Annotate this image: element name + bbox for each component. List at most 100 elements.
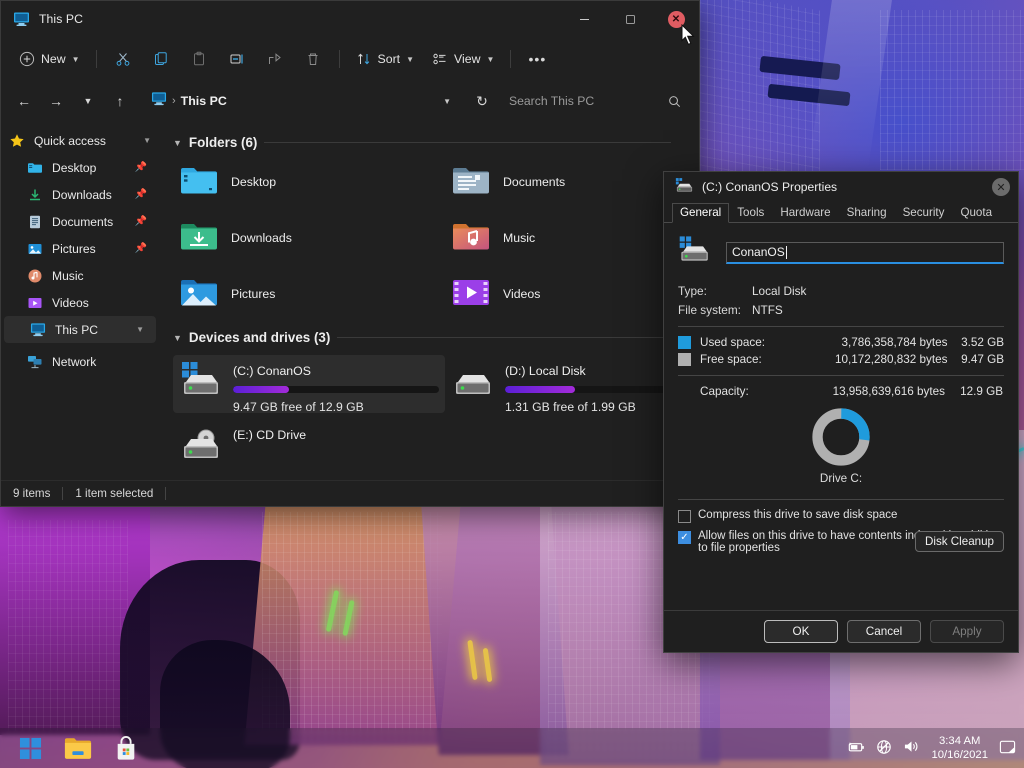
breadcrumb-separator: › bbox=[172, 95, 176, 107]
refresh-button[interactable]: ↻ bbox=[467, 86, 497, 116]
maximize-button[interactable] bbox=[607, 1, 653, 37]
sort-icon bbox=[357, 53, 369, 65]
up-button[interactable]: ↑ bbox=[105, 86, 135, 116]
recent-locations-button[interactable]: ▼ bbox=[73, 86, 103, 116]
folder-item-downloads[interactable]: Downloads bbox=[173, 216, 445, 260]
capacity-row: Capacity: 13,958,639,616 bytes 12.9 GB bbox=[678, 385, 1004, 398]
status-item-count: 9 items bbox=[13, 487, 51, 500]
minimize-button[interactable] bbox=[561, 1, 607, 37]
view-button[interactable]: View ▼ bbox=[424, 44, 502, 74]
sidebar-item-documents[interactable]: Documents 📌 bbox=[1, 208, 159, 235]
start-button[interactable] bbox=[10, 730, 50, 766]
chevron-down-icon[interactable]: ▼ bbox=[443, 97, 451, 106]
microsoft-store-button[interactable] bbox=[106, 730, 146, 766]
drive-properties-dialog: (C:) ConanOS Properties ✕ General Tools … bbox=[663, 171, 1019, 653]
explorer-body: Quick access ▼ Desktop 📌 Downloads 📌 Doc… bbox=[1, 121, 699, 480]
folder-item-music[interactable]: Music bbox=[445, 216, 699, 260]
tab-sharing[interactable]: Sharing bbox=[839, 203, 895, 222]
clock[interactable]: 3:34 AM 10/16/2021 bbox=[931, 734, 988, 762]
folder-label: Music bbox=[503, 231, 536, 245]
drive-meta: (C:) ConanOS 9.47 GB free of 12.9 GB bbox=[233, 361, 439, 416]
folder-item-documents[interactable]: Documents bbox=[445, 160, 699, 204]
this-pc-icon bbox=[151, 91, 167, 111]
pin-icon[interactable]: 📌 bbox=[135, 216, 147, 227]
sidebar-item-videos[interactable]: Videos bbox=[1, 289, 159, 316]
info-row-filesystem: File system: NTFS bbox=[678, 303, 1004, 317]
ok-button[interactable]: OK bbox=[764, 620, 838, 643]
close-icon[interactable]: ✕ bbox=[992, 178, 1010, 196]
dialog-general-panel: ConanOS Type: Local Disk File system: NT… bbox=[664, 223, 1018, 610]
sort-button[interactable]: Sort ▼ bbox=[348, 44, 422, 74]
chevron-down-icon: ▼ bbox=[406, 54, 415, 64]
breadcrumb[interactable]: › This PC ▼ bbox=[143, 86, 459, 116]
compress-drive-checkbox[interactable] bbox=[678, 510, 691, 523]
drives-section-header[interactable]: ▼ Devices and drives (3) bbox=[173, 330, 699, 345]
chevron-down-icon[interactable]: ▼ bbox=[173, 138, 182, 148]
drive-item-e[interactable]: (E:) CD Drive bbox=[173, 419, 445, 477]
globe-no-internet-icon[interactable] bbox=[876, 739, 892, 758]
delete-button[interactable] bbox=[295, 44, 331, 74]
speaker-icon[interactable] bbox=[903, 739, 920, 757]
disk-cleanup-button[interactable]: Disk Cleanup bbox=[915, 531, 1004, 552]
folders-section-title: Folders (6) bbox=[188, 135, 258, 150]
sidebar-item-this-pc[interactable]: This PC ▼ bbox=[4, 316, 156, 343]
drive-item-c[interactable]: (C:) ConanOS 9.47 GB free of 12.9 GB bbox=[173, 355, 445, 416]
chevron-down-icon[interactable]: ▼ bbox=[143, 136, 151, 145]
windows-drive-icon bbox=[678, 235, 712, 270]
apply-button[interactable]: Apply bbox=[930, 620, 1004, 643]
more-options-button[interactable]: ••• bbox=[519, 44, 555, 74]
sidebar-item-label: Network bbox=[52, 354, 97, 369]
chevron-down-icon[interactable]: ▼ bbox=[173, 333, 182, 343]
volume-name-row: ConanOS bbox=[678, 235, 1004, 270]
drives-grid: (C:) ConanOS 9.47 GB free of 12.9 GB (D:… bbox=[173, 355, 699, 477]
volume-name-input[interactable]: ConanOS bbox=[726, 241, 1004, 264]
copy-button[interactable] bbox=[143, 44, 179, 74]
sidebar-item-network[interactable]: Network bbox=[1, 348, 159, 375]
breadcrumb-current: This PC bbox=[180, 94, 227, 108]
pin-icon[interactable]: 📌 bbox=[135, 162, 147, 173]
tab-tools[interactable]: Tools bbox=[729, 203, 772, 222]
forward-button[interactable]: → bbox=[41, 86, 71, 116]
explorer-toolbar: New ▼ Sort ▼ View ▼ ••• bbox=[1, 37, 699, 81]
dialog-footer: OK Cancel Apply bbox=[664, 610, 1018, 652]
free-space-label: Free space: bbox=[700, 353, 762, 366]
sidebar-group-quick-access[interactable]: Quick access ▼ bbox=[1, 127, 159, 154]
sidebar-item-desktop[interactable]: Desktop 📌 bbox=[1, 154, 159, 181]
new-button[interactable]: New ▼ bbox=[11, 44, 88, 74]
folder-item-pictures[interactable]: Pictures bbox=[173, 272, 445, 316]
sidebar-item-downloads[interactable]: Downloads 📌 bbox=[1, 181, 159, 208]
pin-icon[interactable]: 📌 bbox=[135, 243, 147, 254]
chevron-down-icon: ▼ bbox=[71, 54, 80, 64]
compress-drive-checkbox-row[interactable]: Compress this drive to save disk space bbox=[678, 509, 1004, 523]
drive-label: (C:) ConanOS bbox=[233, 364, 311, 378]
share-button[interactable] bbox=[257, 44, 293, 74]
file-explorer-button[interactable] bbox=[58, 730, 98, 766]
drive-item-d[interactable]: (D:) Local Disk 1.31 GB free of 1.99 GB bbox=[445, 355, 699, 414]
rename-button[interactable] bbox=[219, 44, 255, 74]
folder-item-videos[interactable]: Videos bbox=[445, 272, 699, 316]
explorer-titlebar: This PC ✕ bbox=[1, 1, 699, 37]
toolbar-divider bbox=[95, 50, 97, 68]
back-button[interactable]: ← bbox=[9, 86, 39, 116]
index-contents-checkbox[interactable]: ✓ bbox=[678, 531, 691, 544]
tab-hardware[interactable]: Hardware bbox=[772, 203, 838, 222]
navigation-pane: Quick access ▼ Desktop 📌 Downloads 📌 Doc… bbox=[1, 121, 159, 480]
chevron-down-icon: ▼ bbox=[486, 54, 495, 64]
tab-security[interactable]: Security bbox=[895, 203, 953, 222]
battery-charging-icon[interactable] bbox=[846, 740, 865, 757]
folders-section-header[interactable]: ▼ Folders (6) bbox=[173, 135, 699, 150]
search-input[interactable]: Search This PC bbox=[499, 86, 689, 116]
pin-icon[interactable]: 📌 bbox=[135, 189, 147, 200]
sidebar-item-pictures[interactable]: Pictures 📌 bbox=[1, 235, 159, 262]
paste-button[interactable] bbox=[181, 44, 217, 74]
folder-item-desktop[interactable]: Desktop bbox=[173, 160, 445, 204]
chevron-down-icon[interactable]: ▼ bbox=[136, 325, 144, 334]
notification-icon[interactable] bbox=[999, 739, 1016, 758]
cancel-button[interactable]: Cancel bbox=[847, 620, 921, 643]
tab-general[interactable]: General bbox=[672, 203, 730, 223]
windows-logo-icon bbox=[19, 737, 41, 759]
sidebar-item-music[interactable]: Music bbox=[1, 262, 159, 289]
cut-button[interactable] bbox=[105, 44, 141, 74]
tab-quota[interactable]: Quota bbox=[952, 203, 1000, 222]
downloads-folder-icon bbox=[179, 219, 219, 258]
